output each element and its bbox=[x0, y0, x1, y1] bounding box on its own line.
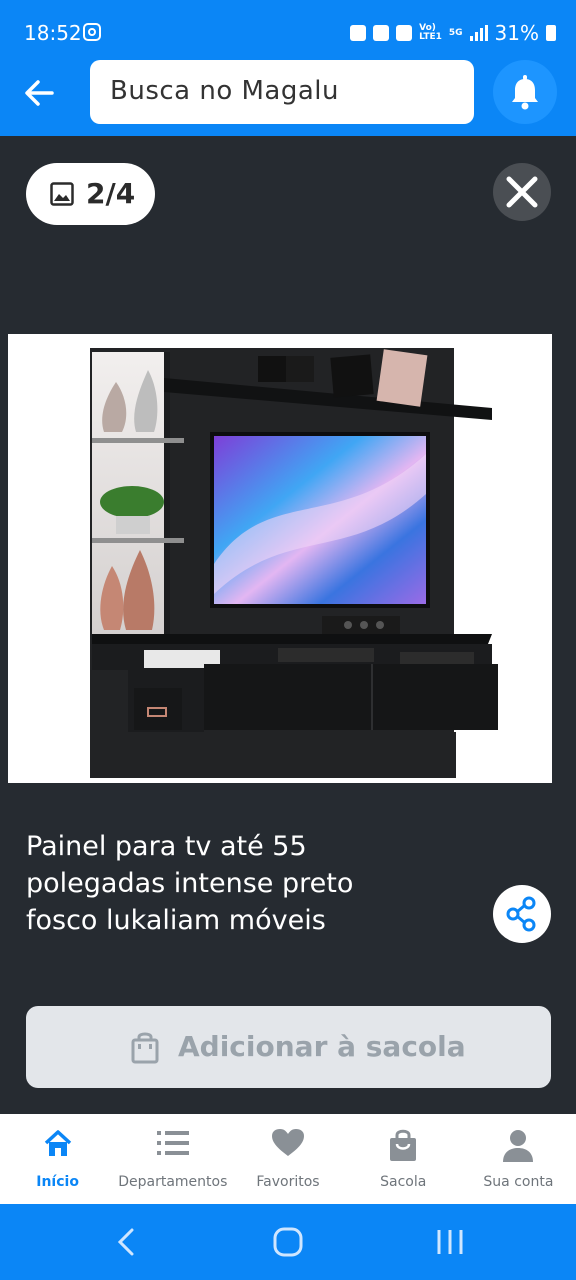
nav-label-departamentos: Departamentos bbox=[118, 1174, 228, 1190]
volte-indicator: Vo) LTE1 bbox=[419, 23, 442, 42]
product-title-line-3: fosco lukaliam móveis bbox=[26, 905, 326, 936]
arrow-left-icon bbox=[25, 80, 54, 106]
nav-item-departamentos[interactable]: Departamentos bbox=[115, 1114, 230, 1204]
status-bar: 18:52 Vo) LTE1 5G 31% bbox=[0, 0, 576, 62]
mute-icon bbox=[396, 25, 413, 41]
search-input[interactable]: Busca no Magalu bbox=[90, 60, 474, 124]
bottom-navigation: Início Departamentos Favoritos Sacola Su… bbox=[0, 1114, 576, 1204]
system-recents-icon[interactable] bbox=[434, 1226, 466, 1258]
bell-icon bbox=[512, 75, 538, 110]
network-5g-label: 5G bbox=[448, 27, 463, 38]
system-navigation-bar bbox=[0, 1204, 576, 1280]
share-button[interactable] bbox=[493, 885, 551, 943]
nav-label-sua-conta: Sua conta bbox=[483, 1174, 554, 1190]
list-icon bbox=[156, 1131, 189, 1155]
image-icon bbox=[50, 182, 74, 206]
image-counter: 2/4 bbox=[26, 163, 155, 225]
alarm-icon bbox=[350, 25, 367, 41]
nav-item-sua-conta[interactable]: Sua conta bbox=[461, 1114, 576, 1204]
back-button[interactable] bbox=[22, 76, 70, 110]
bag-icon bbox=[390, 1129, 417, 1161]
nav-item-sacola[interactable]: Sacola bbox=[346, 1114, 461, 1204]
search-placeholder: Busca no Magalu bbox=[110, 76, 340, 106]
status-time: 18:52 bbox=[24, 21, 82, 45]
shopping-bag-icon bbox=[131, 1032, 159, 1064]
battery-icon bbox=[546, 25, 556, 41]
notifications-button[interactable] bbox=[493, 60, 557, 124]
status-icons: Vo) LTE1 5G 31% bbox=[350, 21, 556, 45]
battery-percent: 31% bbox=[494, 21, 539, 45]
tv-panel-illustration bbox=[90, 348, 498, 778]
add-to-bag-label: Adicionar à sacola bbox=[178, 1030, 466, 1063]
nav-label-inicio: Início bbox=[36, 1174, 79, 1190]
heart-icon bbox=[272, 1129, 304, 1156]
product-title-line-1: Painel para tv até 55 bbox=[26, 831, 307, 862]
system-back-icon[interactable] bbox=[112, 1226, 142, 1258]
share-icon bbox=[506, 896, 536, 932]
home-icon bbox=[44, 1130, 71, 1156]
nav-item-favoritos[interactable]: Favoritos bbox=[230, 1114, 345, 1204]
close-gallery-button[interactable] bbox=[493, 163, 551, 221]
instagram-icon bbox=[83, 23, 101, 41]
close-icon bbox=[506, 176, 538, 208]
nav-item-inicio[interactable]: Início bbox=[0, 1114, 115, 1204]
nav-label-favoritos: Favoritos bbox=[256, 1174, 320, 1190]
product-title: Painel para tv até 55 polegadas intense … bbox=[26, 828, 426, 939]
add-to-bag-button[interactable]: Adicionar à sacola bbox=[26, 1006, 551, 1088]
image-counter-text: 2/4 bbox=[86, 177, 136, 210]
product-title-line-2: polegadas intense preto bbox=[26, 868, 354, 899]
nav-label-sacola: Sacola bbox=[380, 1174, 427, 1190]
system-home-icon[interactable] bbox=[272, 1226, 304, 1258]
clock-icon bbox=[373, 25, 390, 41]
signal-icon bbox=[469, 25, 488, 41]
user-icon bbox=[503, 1130, 534, 1162]
product-image[interactable] bbox=[8, 334, 552, 783]
app-header: Busca no Magalu bbox=[0, 60, 576, 136]
